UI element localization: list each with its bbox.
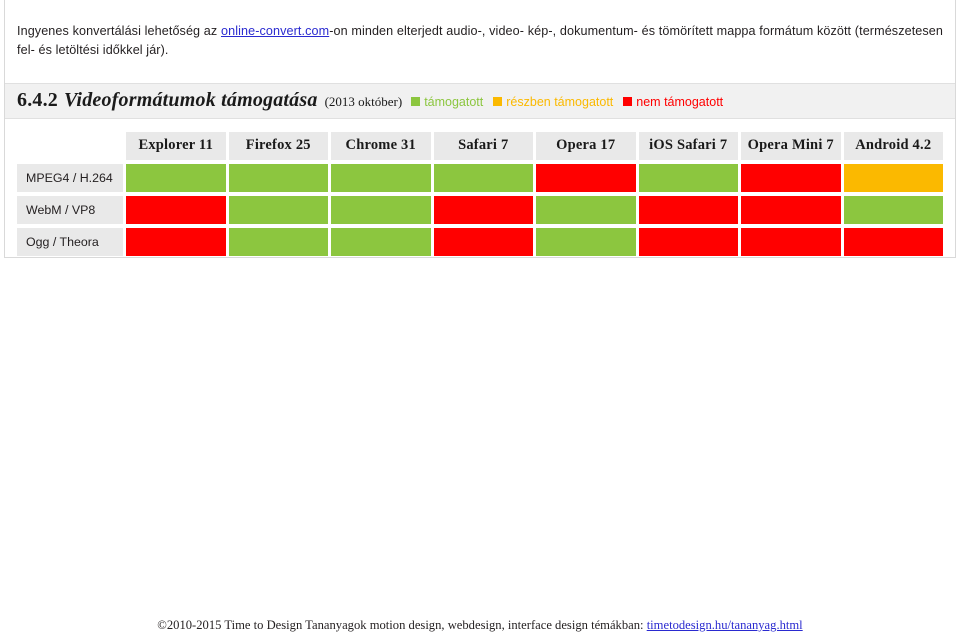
table-column-header: Explorer 11 <box>126 132 226 161</box>
footer-link[interactable]: timetodesign.hu/tananyag.html <box>647 618 803 632</box>
support-cell-yes <box>843 196 943 225</box>
table-row: MPEG4 / H.264 <box>17 164 943 193</box>
support-cell-yes <box>331 196 431 225</box>
online-convert-link[interactable]: online-convert.com <box>221 24 329 38</box>
support-cell-yes <box>126 164 226 193</box>
section-title: Videoformátumok támogatása <box>64 89 318 112</box>
legend-label-supported: támogatott <box>424 94 484 109</box>
support-cell-partial <box>843 164 943 193</box>
legend: támogatott részben támogatott nem támoga… <box>411 95 723 109</box>
support-cell-no <box>126 196 226 225</box>
legend-label-partial: részben támogatott <box>506 94 614 109</box>
support-cell-no <box>433 196 533 225</box>
legend-swatch-orange <box>493 97 503 107</box>
table-column-header: Android 4.2 <box>843 132 943 161</box>
table-row: WebM / VP8 <box>17 196 943 225</box>
table-body: MPEG4 / H.264 WebM / VP8 Ogg / Theora <box>17 164 943 257</box>
legend-item-partial: részben támogatott <box>493 95 613 109</box>
support-cell-yes <box>331 164 431 193</box>
support-cell-no <box>741 164 841 193</box>
table-column-header: iOS Safari 7 <box>638 132 738 161</box>
support-cell-no <box>741 228 841 257</box>
support-cell-no <box>843 228 943 257</box>
table-header-row: Explorer 11 Firefox 25 Chrome 31 Safari 7 Op… <box>17 132 943 161</box>
support-cell-yes <box>228 164 328 193</box>
page-footer: ©2010-2015 Time to Design Tananyagok mot… <box>0 618 960 633</box>
support-cell-no <box>741 196 841 225</box>
support-cell-no <box>126 228 226 257</box>
support-cell-no <box>433 228 533 257</box>
support-cell-no <box>536 164 636 193</box>
intro-paragraph: Ingyenes konvertálási lehetőség az onlin… <box>5 13 955 71</box>
table-column-header: Firefox 25 <box>228 132 328 161</box>
support-cell-yes <box>433 164 533 193</box>
table-column-header: Safari 7 <box>433 132 533 161</box>
table-column-header: Opera 17 <box>536 132 636 161</box>
intro-text-before: Ingyenes konvertálási lehetőség az <box>17 23 221 38</box>
table-corner-cell <box>17 132 123 160</box>
legend-label-unsupported: nem támogatott <box>636 94 724 109</box>
section-date: (2013 október) <box>324 94 403 110</box>
support-cell-yes <box>536 196 636 225</box>
table-row-label: WebM / VP8 <box>17 196 123 225</box>
support-table-wrapper: Explorer 11 Firefox 25 Chrome 31 Safari 7 Op… <box>5 119 955 274</box>
support-cell-yes <box>638 164 738 193</box>
support-cell-yes <box>536 228 636 257</box>
legend-item-unsupported: nem támogatott <box>623 95 723 109</box>
table-row-label: Ogg / Theora <box>17 228 123 257</box>
video-format-support-table: Explorer 11 Firefox 25 Chrome 31 Safari 7 Op… <box>14 128 946 260</box>
support-cell-yes <box>228 228 328 257</box>
support-cell-yes <box>331 228 431 257</box>
table-column-header: Opera Mini 7 <box>741 132 841 161</box>
footer-text: ©2010-2015 Time to Design Tananyagok mot… <box>157 618 647 632</box>
section-number: 6.4.2 <box>17 89 58 112</box>
table-row-label: MPEG4 / H.264 <box>17 164 123 193</box>
legend-swatch-green <box>411 97 421 107</box>
legend-swatch-red <box>623 97 633 107</box>
content-panel: Ingyenes konvertálási lehetőség az onlin… <box>4 0 956 258</box>
table-column-header: Chrome 31 <box>331 132 431 161</box>
support-cell-no <box>638 196 738 225</box>
support-cell-yes <box>228 196 328 225</box>
support-cell-no <box>638 228 738 257</box>
legend-item-supported: támogatott <box>411 95 483 109</box>
table-head: Explorer 11 Firefox 25 Chrome 31 Safari 7 Op… <box>17 132 943 161</box>
table-row: Ogg / Theora <box>17 228 943 257</box>
section-heading: 6.4.2 Videoformátumok támogatása (2013 o… <box>5 83 955 120</box>
